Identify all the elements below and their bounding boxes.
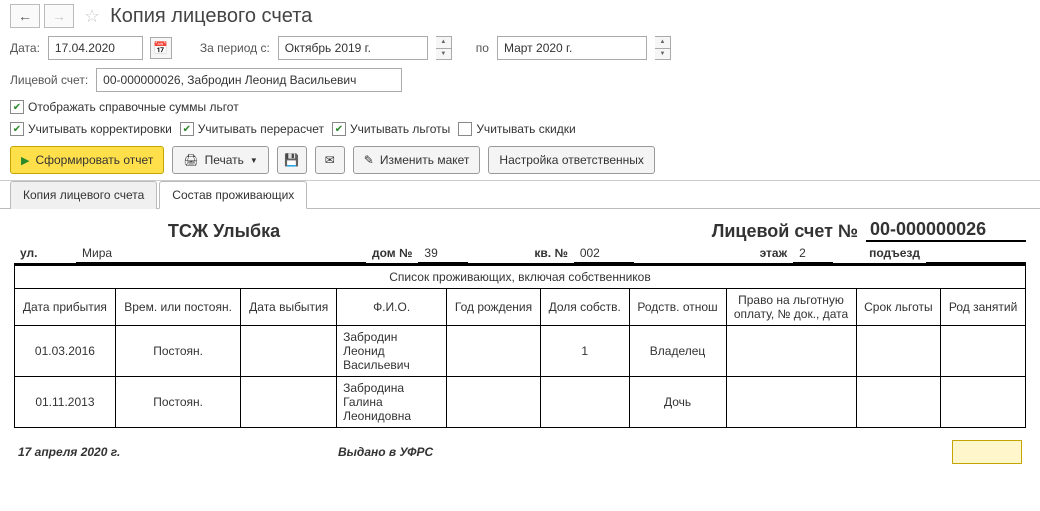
account-input[interactable]: 00-000000026, Забродин Леонид Васильевич	[96, 68, 402, 92]
nav-back-button[interactable]: ←	[10, 4, 40, 28]
floor-label: этаж	[754, 244, 794, 263]
checkbox-empty-icon	[458, 122, 472, 136]
nav-forward-button[interactable]: →	[44, 4, 74, 28]
col-fio: Ф.И.О.	[337, 289, 447, 326]
checkmark-icon: ✔	[332, 122, 346, 136]
favorite-star-icon[interactable]: ☆	[84, 6, 100, 27]
issue-date: 17 апреля 2020 г.	[18, 445, 338, 459]
col-benefits-doc: Право на льготную оплату, № док., дата	[726, 289, 856, 326]
col-birth: Год рождения	[447, 289, 541, 326]
checkbox-label: Отображать справочные суммы льгот	[28, 100, 239, 114]
date-label: Дата:	[10, 41, 40, 55]
residents-table: Список проживающих, включая собственнико…	[14, 265, 1026, 428]
entrance-value	[926, 244, 1026, 263]
checkmark-icon: ✔	[180, 122, 194, 136]
col-temp: Врем. или постоян.	[115, 289, 240, 326]
checkbox-discounts[interactable]: Учитывать скидки	[458, 122, 575, 136]
checkmark-icon: ✔	[10, 100, 24, 114]
checkmark-icon: ✔	[10, 122, 24, 136]
account-header-label: Лицевой счет №	[712, 221, 866, 242]
edit-icon: ✎	[364, 153, 374, 167]
col-departure: Дата выбытия	[241, 289, 337, 326]
col-relation: Родств. отнош	[629, 289, 726, 326]
dropdown-icon: ▼	[250, 156, 258, 165]
period-to-label: по	[476, 41, 489, 55]
tab-account-copy[interactable]: Копия лицевого счета	[10, 181, 157, 209]
house-value: 39	[418, 244, 468, 263]
checkbox-label: Учитывать скидки	[476, 122, 575, 136]
period-to-input[interactable]: Март 2020 г.	[497, 36, 647, 60]
play-icon: ▶	[21, 154, 29, 167]
apt-label: кв. №	[528, 244, 573, 263]
checkbox-benefits-ref[interactable]: ✔ Отображать справочные суммы льгот	[10, 100, 239, 114]
button-label: Настройка ответственных	[499, 153, 643, 167]
checkbox-recalc[interactable]: ✔ Учитывать перерасчет	[180, 122, 324, 136]
checkbox-label: Учитывать корректировки	[28, 122, 172, 136]
checkbox-corrections[interactable]: ✔ Учитывать корректировки	[10, 122, 172, 136]
checkbox-benefits[interactable]: ✔ Учитывать льготы	[332, 122, 450, 136]
email-icon-button[interactable]: ✉	[315, 146, 345, 174]
report-area: ТСЖ Улыбка Лицевой счет № 00-000000026 у…	[0, 209, 1040, 484]
print-button[interactable]: 🖨 Печать ▼	[172, 146, 268, 174]
company-name: ТСЖ Улыбка	[14, 221, 434, 242]
edit-layout-button[interactable]: ✎ Изменить макет	[353, 146, 481, 174]
selection-highlight	[952, 440, 1022, 464]
house-label: дом №	[366, 244, 418, 263]
table-header-row: Дата прибытия Врем. или постоян. Дата вы…	[15, 289, 1026, 326]
period-from-label: За период с:	[200, 41, 270, 55]
save-icon-button[interactable]: 💾	[277, 146, 307, 174]
entrance-label: подъезд	[863, 244, 926, 263]
checkbox-label: Учитывать льготы	[350, 122, 450, 136]
floor-value: 2	[793, 244, 833, 263]
button-label: Сформировать отчет	[35, 153, 153, 167]
page-title: Копия лицевого счета	[110, 5, 312, 28]
button-label: Изменить макет	[380, 153, 470, 167]
checkbox-label: Учитывать перерасчет	[198, 122, 324, 136]
period-from-input[interactable]: Октябрь 2019 г.	[278, 36, 428, 60]
col-share: Доля собств.	[540, 289, 629, 326]
col-occupation: Род занятий	[941, 289, 1026, 326]
col-benefit-term: Срок льготы	[856, 289, 941, 326]
calendar-icon[interactable]: 📅	[150, 37, 172, 59]
period-from-spinner[interactable]: ▲▼	[436, 36, 452, 60]
col-arrival: Дата прибытия	[15, 289, 116, 326]
printer-icon: 🖨	[183, 153, 198, 167]
date-input[interactable]: 17.04.2020	[48, 36, 143, 60]
account-label: Лицевой счет:	[10, 73, 88, 87]
section-title: Список проживающих, включая собственнико…	[15, 266, 1026, 289]
table-row: 01.11.2013 Постоян. Забродина Галина Лео…	[15, 377, 1026, 428]
issued-by: Выдано в УФРС	[338, 445, 433, 459]
street-label: ул.	[14, 244, 76, 263]
button-label: Печать	[205, 153, 244, 167]
account-number: 00-000000026	[866, 219, 1026, 242]
apt-value: 002	[574, 244, 634, 263]
form-report-button[interactable]: ▶ Сформировать отчет	[10, 146, 164, 174]
tab-residents[interactable]: Состав проживающих	[159, 181, 307, 209]
street-value: Мира	[76, 244, 366, 263]
responsible-settings-button[interactable]: Настройка ответственных	[488, 146, 654, 174]
period-to-spinner[interactable]: ▲▼	[655, 36, 671, 60]
table-row: 01.03.2016 Постоян. Забродин Леонид Васи…	[15, 326, 1026, 377]
